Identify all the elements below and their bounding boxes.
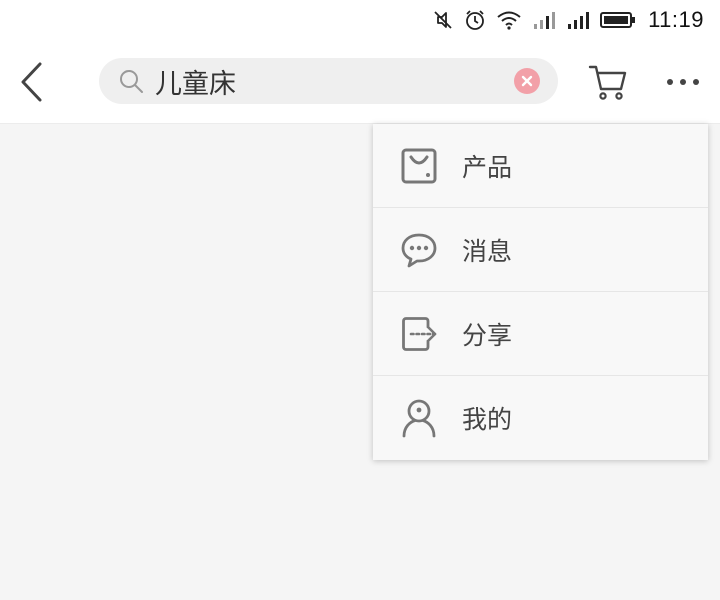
menu-item-label: 消息 (462, 236, 513, 266)
signal-icon (534, 12, 556, 29)
more-icon (667, 79, 699, 85)
menu-item-share[interactable]: 分享 (373, 292, 708, 376)
back-button[interactable] (8, 54, 56, 110)
menu-item-label: 分享 (462, 320, 513, 350)
status-time: 11:19 (648, 7, 704, 32)
mute-icon (434, 11, 452, 29)
menu-item-product[interactable]: 产品 (373, 124, 708, 208)
menu-item-mine[interactable]: 我的 (373, 376, 708, 460)
clear-icon (521, 75, 533, 87)
message-bubble-icon (400, 231, 438, 269)
wifi-icon (497, 11, 521, 30)
status-bar: 11:19 (0, 0, 720, 40)
cart-icon (588, 65, 627, 100)
alarm-icon (466, 10, 484, 30)
search-icon (120, 70, 143, 93)
more-options-button[interactable] (658, 58, 708, 106)
menu-item-message[interactable]: 消息 (373, 208, 708, 292)
menu-item-label: 产品 (462, 152, 513, 182)
menu-item-label: 我的 (462, 405, 513, 434)
clear-search-button[interactable] (514, 68, 540, 94)
search-bar[interactable] (99, 58, 558, 104)
dropdown-menu: 产品 消息 分享 我的 (373, 124, 708, 460)
product-bag-icon (400, 147, 438, 185)
cart-button[interactable] (584, 58, 632, 106)
share-icon (400, 315, 438, 353)
battery-icon (600, 12, 636, 28)
signal-icon (568, 12, 590, 29)
chevron-left-icon (21, 62, 42, 102)
top-bar (0, 40, 720, 124)
profile-icon (400, 399, 438, 438)
search-input[interactable] (155, 64, 505, 98)
